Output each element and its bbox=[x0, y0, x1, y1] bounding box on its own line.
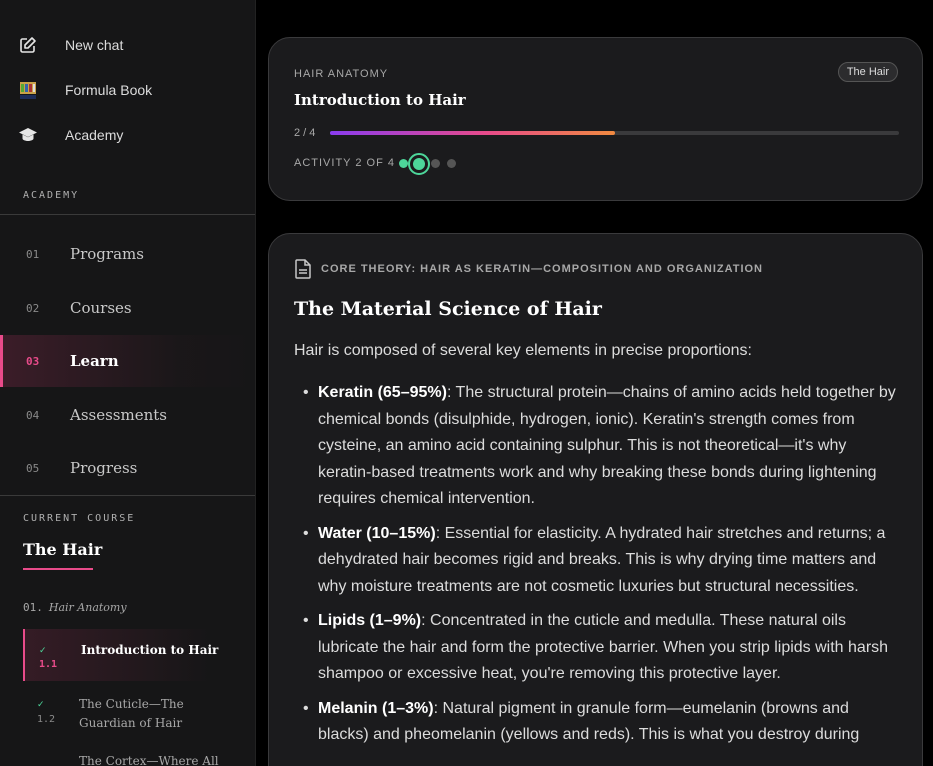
lesson-number: 1.2 bbox=[37, 714, 56, 725]
list-item: Keratin (65–95%): The structural protein… bbox=[294, 380, 904, 513]
progress-bar bbox=[330, 131, 899, 135]
current-course-label: CURRENT COURSE bbox=[23, 513, 136, 524]
lesson-item-1-2[interactable]: ✓ 1.2 The Cuticle—The Guardian of Hair bbox=[23, 690, 255, 742]
content-title: The Material Science of Hair bbox=[294, 298, 602, 320]
nav-number: 05 bbox=[26, 461, 40, 475]
activity-progress-card: HAIR ANATOMY The Hair Introduction to Ha… bbox=[268, 37, 923, 201]
nav-label: Assessments bbox=[70, 406, 167, 424]
module-heading[interactable]: 01. Hair Anatomy bbox=[23, 601, 127, 614]
nav-number: 02 bbox=[26, 301, 40, 315]
edit-icon bbox=[18, 35, 38, 55]
list-item-text: : The structural protein—chains of amino… bbox=[318, 384, 896, 507]
check-icon: ✓ bbox=[37, 700, 45, 710]
nav-number: 04 bbox=[26, 408, 40, 422]
lesson-number: 1.1 bbox=[39, 659, 58, 670]
document-icon bbox=[294, 259, 312, 283]
list-item-term: Water (10–15%) bbox=[318, 524, 436, 542]
nav-number: 01 bbox=[26, 247, 40, 261]
nav-label: Learn bbox=[70, 352, 119, 370]
new-chat-label: New chat bbox=[65, 37, 124, 53]
lesson-item-1-3[interactable]: The Cortex—Where All bbox=[23, 752, 255, 766]
sidebar: New chat Formula Book Academy ACADEMY 01… bbox=[0, 0, 256, 766]
list-item-term: Lipids (1–9%) bbox=[318, 612, 422, 629]
academy-button[interactable]: Academy bbox=[18, 123, 123, 147]
check-icon: ✓ bbox=[39, 646, 47, 656]
section-heading: CORE THEORY: HAIR AS KERATIN—COMPOSITION… bbox=[321, 263, 763, 275]
core-theory-card: CORE THEORY: HAIR AS KERATIN—COMPOSITION… bbox=[268, 233, 923, 766]
module-title: Hair Anatomy bbox=[48, 601, 127, 614]
lesson-title: The Cortex—Where All bbox=[79, 754, 219, 766]
formula-book-label: Formula Book bbox=[65, 82, 153, 98]
nav-item-learn[interactable]: 03 Learn bbox=[0, 335, 255, 387]
nav-item-courses[interactable]: 02 Courses bbox=[0, 282, 255, 334]
course-title: The Hair bbox=[23, 540, 103, 559]
nav-label: Programs bbox=[70, 245, 144, 263]
list-item-term: Melanin (1–3%) bbox=[318, 699, 434, 717]
progress-bar-fill bbox=[330, 131, 615, 135]
new-chat-button[interactable]: New chat bbox=[18, 33, 123, 57]
list-item-term: Keratin (65–95%) bbox=[318, 384, 447, 401]
lesson-title: Introduction to Hair bbox=[81, 643, 219, 657]
nav-item-programs[interactable]: 01 Programs bbox=[0, 228, 255, 280]
module-eyebrow: HAIR ANATOMY bbox=[294, 68, 389, 80]
activity-step-1[interactable] bbox=[399, 159, 408, 168]
list-item: Melanin (1–3%): Natural pigment in granu… bbox=[294, 696, 904, 749]
course-title-underline bbox=[23, 568, 93, 570]
nav-label: Progress bbox=[70, 459, 138, 477]
lesson-item-1-1[interactable]: ✓ 1.1 Introduction to Hair bbox=[23, 629, 255, 681]
lesson-title: Introduction to Hair bbox=[294, 91, 466, 109]
activity-label: ACTIVITY 2 OF 4 bbox=[294, 157, 395, 169]
activity-step-3[interactable] bbox=[431, 159, 440, 168]
divider bbox=[0, 495, 255, 496]
graduation-cap-icon bbox=[18, 125, 38, 145]
module-number: 01. bbox=[23, 601, 43, 614]
intro-text: Hair is composed of several key elements… bbox=[294, 342, 752, 359]
nav-label: Courses bbox=[70, 299, 132, 317]
lesson-title: The Cuticle—The Guardian of Hair bbox=[79, 697, 184, 730]
nav-item-assessments[interactable]: 04 Assessments bbox=[0, 389, 255, 441]
progress-text: 2 / 4 bbox=[294, 127, 316, 139]
nav-number: 03 bbox=[26, 354, 40, 368]
academy-label: Academy bbox=[65, 127, 124, 143]
list-item: Water (10–15%): Essential for elasticity… bbox=[294, 521, 904, 601]
activity-step-2-current[interactable] bbox=[408, 153, 430, 175]
nav-item-progress[interactable]: 05 Progress bbox=[0, 442, 255, 494]
formula-book-logo bbox=[18, 80, 38, 100]
activity-step-4[interactable] bbox=[447, 159, 456, 168]
formula-book-button[interactable]: Formula Book bbox=[18, 78, 152, 102]
divider bbox=[0, 214, 255, 215]
course-badge: The Hair bbox=[837, 62, 898, 82]
list-item: Lipids (1–9%): Concentrated in the cutic… bbox=[294, 608, 904, 688]
academy-section-label: ACADEMY bbox=[23, 190, 80, 201]
composition-list: Keratin (65–95%): The structural protein… bbox=[294, 380, 904, 757]
